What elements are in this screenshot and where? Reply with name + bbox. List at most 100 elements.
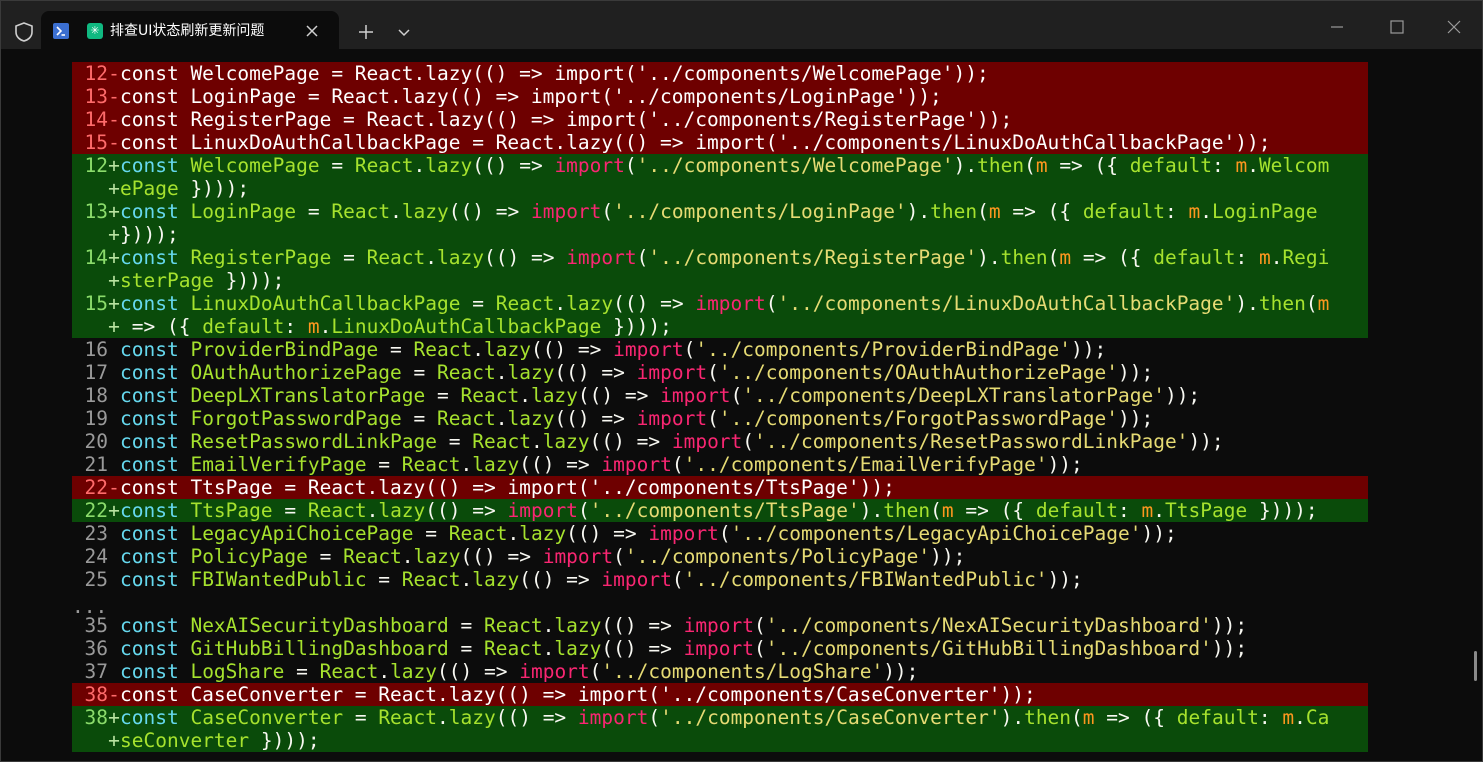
- code-text: => ({ default: m.LinuxDoAuthCallbackPage…: [120, 315, 672, 338]
- diff-sign: [108, 453, 120, 476]
- close-icon[interactable]: [303, 22, 321, 40]
- code-text: const OAuthAuthorizePage = React.lazy(()…: [120, 361, 1154, 384]
- diff-line-added: + => ({ default: m.LinuxDoAuthCallbackPa…: [72, 315, 1368, 338]
- line-number: 25: [84, 568, 108, 591]
- line-number: 35: [84, 614, 108, 637]
- line-number: 16: [84, 338, 108, 361]
- line-number: 38: [84, 683, 108, 706]
- title-bar: ✳ 排查UI状态刷新更新问题: [1, 1, 1482, 49]
- diff-line-context: 35 const NexAISecurityDashboard = React.…: [72, 614, 1368, 637]
- diff-sign: [108, 568, 120, 591]
- tab-active[interactable]: ✳ 排查UI状态刷新更新问题: [41, 11, 339, 49]
- diff-line-added: 14+const RegisterPage = React.lazy(() =>…: [72, 246, 1368, 269]
- line-number: 14: [84, 246, 108, 269]
- diff-line-removed: 15-const LinuxDoAuthCallbackPage = React…: [72, 131, 1368, 154]
- code-text: const LinuxDoAuthCallbackPage = React.la…: [120, 292, 1330, 315]
- diff-line-removed: 14-const RegisterPage = React.lazy(() =>…: [72, 108, 1368, 131]
- diff-sign: +: [108, 223, 120, 246]
- diff-sign: -: [108, 108, 120, 131]
- diff-sign: +: [108, 177, 120, 200]
- line-number: 38: [84, 706, 108, 729]
- diff-line-context: 24 const PolicyPage = React.lazy(() => i…: [72, 545, 1368, 568]
- code-text: const EmailVerifyPage = React.lazy(() =>…: [120, 453, 1083, 476]
- code-text: const CaseConverter = React.lazy(() => i…: [120, 683, 1036, 706]
- diff-sign: -: [108, 85, 120, 108]
- terminal-window: ✳ 排查UI状态刷新更新问题 12-const WelcomePage = Re…: [0, 0, 1483, 762]
- diff-line-context: 25 const FBIWantedPublic = React.lazy(()…: [72, 568, 1368, 591]
- diff-line-added: +sterPage })));: [72, 269, 1368, 292]
- line-number: 15: [84, 292, 108, 315]
- line-number: 19: [84, 407, 108, 430]
- line-number: 12: [84, 62, 108, 85]
- code-text: sterPage })));: [120, 269, 285, 292]
- diff-line-added: +ePage })));: [72, 177, 1368, 200]
- diff-sign: -: [108, 62, 120, 85]
- diff-sign: +: [108, 729, 120, 752]
- scrollbar[interactable]: [1474, 651, 1477, 681]
- code-text: const DeepLXTranslatorPage = React.lazy(…: [120, 384, 1201, 407]
- code-text: const NexAISecurityDashboard = React.laz…: [120, 614, 1248, 637]
- code-text: const ResetPasswordLinkPage = React.lazy…: [120, 430, 1224, 453]
- code-text: const PolicyPage = React.lazy(() => impo…: [120, 545, 966, 568]
- diff-sign: +: [108, 154, 120, 177]
- window-close-button[interactable]: [1444, 17, 1464, 37]
- code-text: const LinuxDoAuthCallbackPage = React.la…: [120, 131, 1271, 154]
- code-text: const FBIWantedPublic = React.lazy(() =>…: [120, 568, 1083, 591]
- diff-line-added: 22+const TtsPage = React.lazy(() => impo…: [72, 499, 1368, 522]
- code-text: const TtsPage = React.lazy(() => import(…: [120, 476, 895, 499]
- diff-line-removed: 38-const CaseConverter = React.lazy(() =…: [72, 683, 1368, 706]
- code-text: const WelcomePage = React.lazy(() => imp…: [120, 62, 989, 85]
- diff-line-added: 38+const CaseConverter = React.lazy(() =…: [72, 706, 1368, 729]
- diff-line-removed: 12-const WelcomePage = React.lazy(() => …: [72, 62, 1368, 85]
- diff-sign: [108, 384, 120, 407]
- diff-sign: [108, 430, 120, 453]
- maximize-button[interactable]: [1387, 17, 1407, 37]
- diff-sign: -: [108, 476, 120, 499]
- diff-sign: +: [108, 706, 120, 729]
- code-text: const GitHubBillingDashboard = React.laz…: [120, 637, 1248, 660]
- code-text: const ProviderBindPage = React.lazy(() =…: [120, 338, 1107, 361]
- code-text: const CaseConverter = React.lazy(() => i…: [120, 706, 1330, 729]
- line-number: 21: [84, 453, 108, 476]
- line-number: 18: [84, 384, 108, 407]
- line-number: 20: [84, 430, 108, 453]
- line-number: 13: [84, 200, 108, 223]
- line-number: 22: [84, 476, 108, 499]
- diff-sign: [108, 522, 120, 545]
- line-number: 22: [84, 499, 108, 522]
- code-text: const RegisterPage = React.lazy(() => im…: [120, 108, 1013, 131]
- code-text: seConverter })));: [120, 729, 320, 752]
- line-number: 17: [84, 361, 108, 384]
- code-text: ePage })));: [120, 177, 250, 200]
- minimize-button[interactable]: [1327, 17, 1347, 37]
- line-number: 15: [84, 131, 108, 154]
- new-tab-button[interactable]: [357, 23, 375, 41]
- code-text: const LoginPage = React.lazy(() => impor…: [120, 85, 942, 108]
- line-number: 37: [84, 660, 108, 683]
- diff-line-context: 20 const ResetPasswordLinkPage = React.l…: [72, 430, 1368, 453]
- diff-sign: +: [108, 315, 120, 338]
- diff-sign: [108, 637, 120, 660]
- diff-sign: +: [108, 269, 120, 292]
- diff-line-added: 15+const LinuxDoAuthCallbackPage = React…: [72, 292, 1368, 315]
- terminal-output[interactable]: 12-const WelcomePage = React.lazy(() => …: [1, 49, 1482, 761]
- diff-sign: +: [108, 292, 120, 315]
- line-number: 14: [84, 108, 108, 131]
- code-text: const LegacyApiChoicePage = React.lazy((…: [120, 522, 1177, 545]
- diff-line-added: +seConverter })));: [72, 729, 1368, 752]
- diff-line-context: 23 const LegacyApiChoicePage = React.laz…: [72, 522, 1368, 545]
- code-text: })));: [120, 223, 179, 246]
- line-number: 23: [84, 522, 108, 545]
- chevron-down-icon[interactable]: [397, 26, 411, 40]
- code-text: const ForgotPasswordPage = React.lazy(()…: [120, 407, 1154, 430]
- code-text: const TtsPage = React.lazy(() => import(…: [120, 499, 1318, 522]
- line-number: 24: [84, 545, 108, 568]
- code-text: const LogShare = React.lazy(() => import…: [120, 660, 919, 683]
- code-text: const LoginPage = React.lazy(() => impor…: [120, 200, 1318, 223]
- diff-line-added: +})));: [72, 223, 1368, 246]
- diff-line-context: 36 const GitHubBillingDashboard = React.…: [72, 637, 1368, 660]
- diff-sign: -: [108, 131, 120, 154]
- diff-sign: [108, 660, 120, 683]
- diff-sign: -: [108, 683, 120, 706]
- diff-line-context: 18 const DeepLXTranslatorPage = React.la…: [72, 384, 1368, 407]
